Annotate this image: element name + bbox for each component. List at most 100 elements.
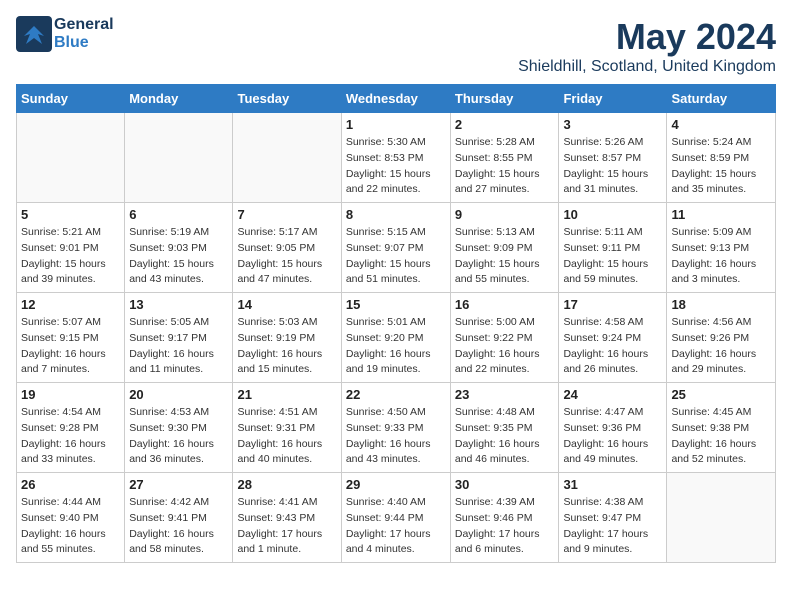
calendar-cell: 16 Sunrise: 5:00 AMSunset: 9:22 PMDayligh… [450, 293, 559, 383]
col-header-thursday: Thursday [450, 85, 559, 113]
day-info: Sunrise: 5:30 AMSunset: 8:53 PMDaylight:… [346, 135, 446, 198]
day-number: 14 [237, 297, 336, 312]
calendar-cell: 28Sunrise: 4:41 AMSunset: 9:43 PMDayligh… [233, 473, 341, 563]
calendar-cell: 27 Sunrise: 4:42 AMSunset: 9:41 PMDayligh… [125, 473, 233, 563]
logo-icon [16, 16, 52, 52]
day-number: 4 [671, 117, 771, 132]
day-info: Sunrise: 5:00 AMSunset: 9:22 PMDaylight:… [455, 315, 555, 378]
calendar-cell: 1 Sunrise: 5:30 AMSunset: 8:53 PMDaylight… [341, 113, 450, 203]
day-number: 2 [455, 117, 555, 132]
calendar-cell: 23 Sunrise: 4:48 AMSunset: 9:35 PMDayligh… [450, 383, 559, 473]
day-number: 16 [455, 297, 555, 312]
day-number: 17 [563, 297, 662, 312]
day-info: Sunrise: 4:54 AMSunset: 9:28 PMDaylight:… [21, 405, 120, 468]
calendar-cell: 29 Sunrise: 4:40 AMSunset: 9:44 PMDayligh… [341, 473, 450, 563]
day-number: 18 [671, 297, 771, 312]
day-info: Sunrise: 5:01 AMSunset: 9:20 PMDaylight:… [346, 315, 446, 378]
calendar-cell: 15 Sunrise: 5:01 AMSunset: 9:20 PMDayligh… [341, 293, 450, 383]
day-info: Sunrise: 5:09 AMSunset: 9:13 PMDaylight:… [671, 225, 771, 288]
col-header-tuesday: Tuesday [233, 85, 341, 113]
day-info: Sunrise: 5:17 AMSunset: 9:05 PMDaylight:… [237, 225, 336, 288]
calendar-cell: 18 Sunrise: 4:56 AMSunset: 9:26 PMDayligh… [667, 293, 776, 383]
day-number: 6 [129, 207, 228, 222]
day-number: 15 [346, 297, 446, 312]
day-info: Sunrise: 4:51 AMSunset: 9:31 PMDaylight:… [237, 405, 336, 468]
calendar-cell: 24 Sunrise: 4:47 AMSunset: 9:36 PMDayligh… [559, 383, 667, 473]
col-header-saturday: Saturday [667, 85, 776, 113]
day-number: 12 [21, 297, 120, 312]
day-info: Sunrise: 4:47 AMSunset: 9:36 PMDaylight:… [563, 405, 662, 468]
calendar-cell: 21 Sunrise: 4:51 AMSunset: 9:31 PMDayligh… [233, 383, 341, 473]
day-info: Sunrise: 4:58 AMSunset: 9:24 PMDaylight:… [563, 315, 662, 378]
calendar-cell: 6 Sunrise: 5:19 AMSunset: 9:03 PMDaylight… [125, 203, 233, 293]
day-number: 5 [21, 207, 120, 222]
day-info: Sunrise: 5:19 AMSunset: 9:03 PMDaylight:… [129, 225, 228, 288]
day-info: Sunrise: 5:28 AMSunset: 8:55 PMDaylight:… [455, 135, 555, 198]
col-header-friday: Friday [559, 85, 667, 113]
month-title: May 2024 [518, 16, 776, 58]
location: Shieldhill, Scotland, United Kingdom [518, 58, 776, 76]
day-info: Sunrise: 4:56 AMSunset: 9:26 PMDaylight:… [671, 315, 771, 378]
calendar-cell: 25 Sunrise: 4:45 AMSunset: 9:38 PMDayligh… [667, 383, 776, 473]
day-info: Sunrise: 5:03 AMSunset: 9:19 PMDaylight:… [237, 315, 336, 378]
calendar-cell: 13 Sunrise: 5:05 AMSunset: 9:17 PMDayligh… [125, 293, 233, 383]
calendar-cell: 11Sunrise: 5:09 AMSunset: 9:13 PMDayligh… [667, 203, 776, 293]
day-info: Sunrise: 4:40 AMSunset: 9:44 PMDaylight:… [346, 495, 446, 558]
calendar-cell: 9 Sunrise: 5:13 AMSunset: 9:09 PMDaylight… [450, 203, 559, 293]
day-number: 1 [346, 117, 446, 132]
day-info: Sunrise: 4:44 AMSunset: 9:40 PMDaylight:… [21, 495, 120, 558]
day-info: Sunrise: 4:48 AMSunset: 9:35 PMDaylight:… [455, 405, 555, 468]
day-number: 29 [346, 477, 446, 492]
day-number: 23 [455, 387, 555, 402]
calendar-cell [125, 113, 233, 203]
day-number: 10 [563, 207, 662, 222]
col-header-wednesday: Wednesday [341, 85, 450, 113]
day-number: 21 [237, 387, 336, 402]
calendar-cell: 2 Sunrise: 5:28 AMSunset: 8:55 PMDaylight… [450, 113, 559, 203]
day-number: 19 [21, 387, 120, 402]
day-info: Sunrise: 4:39 AMSunset: 9:46 PMDaylight:… [455, 495, 555, 558]
logo-general-text: General [54, 16, 114, 34]
calendar-cell: 20Sunrise: 4:53 AMSunset: 9:30 PMDayligh… [125, 383, 233, 473]
day-info: Sunrise: 5:13 AMSunset: 9:09 PMDaylight:… [455, 225, 555, 288]
day-info: Sunrise: 5:21 AMSunset: 9:01 PMDaylight:… [21, 225, 120, 288]
calendar-cell [17, 113, 125, 203]
day-info: Sunrise: 5:26 AMSunset: 8:57 PMDaylight:… [563, 135, 662, 198]
day-info: Sunrise: 4:45 AMSunset: 9:38 PMDaylight:… [671, 405, 771, 468]
day-number: 28 [237, 477, 336, 492]
col-header-sunday: Sunday [17, 85, 125, 113]
calendar-cell: 3Sunrise: 5:26 AMSunset: 8:57 PMDaylight… [559, 113, 667, 203]
logo-blue-text: Blue [54, 34, 114, 52]
day-info: Sunrise: 5:07 AMSunset: 9:15 PMDaylight:… [21, 315, 120, 378]
calendar-cell: 14 Sunrise: 5:03 AMSunset: 9:19 PMDayligh… [233, 293, 341, 383]
calendar-cell [233, 113, 341, 203]
day-info: Sunrise: 4:38 AMSunset: 9:47 PMDaylight:… [563, 495, 662, 558]
calendar: SundayMondayTuesdayWednesdayThursdayFrid… [16, 84, 776, 563]
title-area: May 2024 Shieldhill, Scotland, United Ki… [518, 16, 776, 76]
day-number: 26 [21, 477, 120, 492]
day-number: 7 [237, 207, 336, 222]
day-number: 24 [563, 387, 662, 402]
day-number: 22 [346, 387, 446, 402]
day-number: 27 [129, 477, 228, 492]
day-number: 8 [346, 207, 446, 222]
calendar-cell: 19 Sunrise: 4:54 AMSunset: 9:28 PMDayligh… [17, 383, 125, 473]
day-number: 13 [129, 297, 228, 312]
day-number: 9 [455, 207, 555, 222]
day-info: Sunrise: 4:42 AMSunset: 9:41 PMDaylight:… [129, 495, 228, 558]
day-info: Sunrise: 5:05 AMSunset: 9:17 PMDaylight:… [129, 315, 228, 378]
day-info: Sunrise: 5:11 AMSunset: 9:11 PMDaylight:… [563, 225, 662, 288]
day-number: 30 [455, 477, 555, 492]
day-number: 25 [671, 387, 771, 402]
calendar-cell: 8Sunrise: 5:15 AMSunset: 9:07 PMDaylight… [341, 203, 450, 293]
calendar-cell: 30 Sunrise: 4:39 AMSunset: 9:46 PMDayligh… [450, 473, 559, 563]
day-number: 31 [563, 477, 662, 492]
calendar-cell: 4 Sunrise: 5:24 AMSunset: 8:59 PMDaylight… [667, 113, 776, 203]
day-info: Sunrise: 5:24 AMSunset: 8:59 PMDaylight:… [671, 135, 771, 198]
calendar-cell: 22Sunrise: 4:50 AMSunset: 9:33 PMDayligh… [341, 383, 450, 473]
logo: General Blue [16, 16, 114, 52]
calendar-cell: 5 Sunrise: 5:21 AMSunset: 9:01 PMDaylight… [17, 203, 125, 293]
calendar-cell: 17 Sunrise: 4:58 AMSunset: 9:24 PMDayligh… [559, 293, 667, 383]
calendar-cell: 26 Sunrise: 4:44 AMSunset: 9:40 PMDayligh… [17, 473, 125, 563]
calendar-cell: 10 Sunrise: 5:11 AMSunset: 9:11 PMDayligh… [559, 203, 667, 293]
